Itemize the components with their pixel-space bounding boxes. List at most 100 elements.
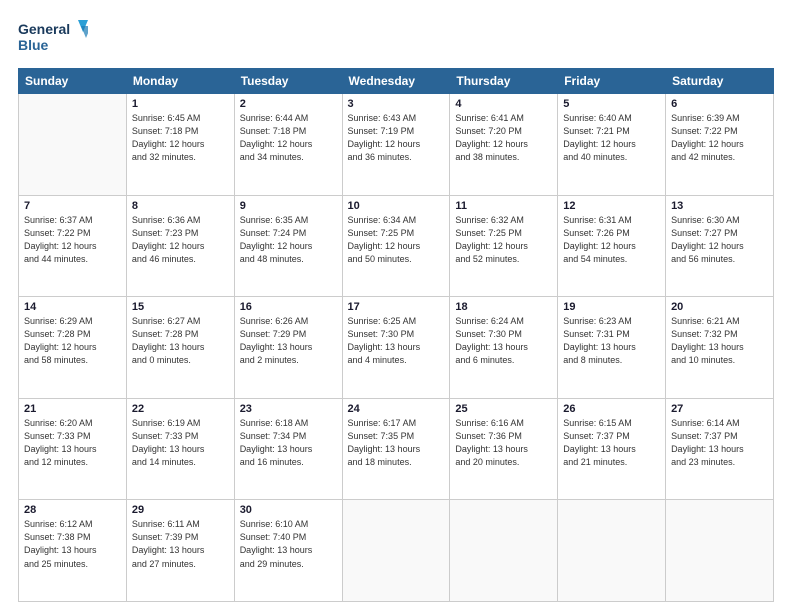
day-info: Sunrise: 6:25 AMSunset: 7:30 PMDaylight:… <box>348 315 445 367</box>
day-info: Sunrise: 6:41 AMSunset: 7:20 PMDaylight:… <box>455 112 552 164</box>
calendar-cell: 19 Sunrise: 6:23 AMSunset: 7:31 PMDayligh… <box>558 297 666 399</box>
calendar-cell: 12 Sunrise: 6:31 AMSunset: 7:26 PMDayligh… <box>558 195 666 297</box>
calendar-cell: 14 Sunrise: 6:29 AMSunset: 7:28 PMDayligh… <box>19 297 127 399</box>
day-info: Sunrise: 6:19 AMSunset: 7:33 PMDaylight:… <box>132 417 229 469</box>
day-number: 6 <box>671 98 768 110</box>
calendar-cell: 7 Sunrise: 6:37 AMSunset: 7:22 PMDaylight… <box>19 195 127 297</box>
day-info: Sunrise: 6:29 AMSunset: 7:28 PMDaylight:… <box>24 315 121 367</box>
day-number: 27 <box>671 403 768 415</box>
day-info: Sunrise: 6:23 AMSunset: 7:31 PMDaylight:… <box>563 315 660 367</box>
day-info: Sunrise: 6:16 AMSunset: 7:36 PMDaylight:… <box>455 417 552 469</box>
day-number: 9 <box>240 200 337 212</box>
day-number: 5 <box>563 98 660 110</box>
calendar-cell: 2Sunrise: 6:44 AMSunset: 7:18 PMDaylight… <box>234 94 342 196</box>
day-header-friday: Friday <box>558 69 666 94</box>
day-info: Sunrise: 6:45 AMSunset: 7:18 PMDaylight:… <box>132 112 229 164</box>
day-header-sunday: Sunday <box>19 69 127 94</box>
day-number: 23 <box>240 403 337 415</box>
day-number: 13 <box>671 200 768 212</box>
calendar-cell <box>450 500 558 602</box>
day-number: 1 <box>132 98 229 110</box>
calendar-cell: 30 Sunrise: 6:10 AMSunset: 7:40 PMDayligh… <box>234 500 342 602</box>
calendar-cell: 11Sunrise: 6:32 AMSunset: 7:25 PMDayligh… <box>450 195 558 297</box>
logo: General Blue <box>18 18 88 58</box>
day-number: 4 <box>455 98 552 110</box>
day-info: Sunrise: 6:44 AMSunset: 7:18 PMDaylight:… <box>240 112 337 164</box>
day-info: Sunrise: 6:36 AMSunset: 7:23 PMDaylight:… <box>132 214 229 266</box>
calendar-cell: 6Sunrise: 6:39 AMSunset: 7:22 PMDaylight… <box>666 94 774 196</box>
calendar-cell: 24Sunrise: 6:17 AMSunset: 7:35 PMDayligh… <box>342 398 450 500</box>
logo-svg: General Blue <box>18 18 88 58</box>
day-info: Sunrise: 6:27 AMSunset: 7:28 PMDaylight:… <box>132 315 229 367</box>
day-info: Sunrise: 6:34 AMSunset: 7:25 PMDaylight:… <box>348 214 445 266</box>
day-header-saturday: Saturday <box>666 69 774 94</box>
day-header-monday: Monday <box>126 69 234 94</box>
calendar-cell: 1 Sunrise: 6:45 AMSunset: 7:18 PMDaylight… <box>126 94 234 196</box>
day-number: 15 <box>132 301 229 313</box>
day-number: 29 <box>132 504 229 516</box>
day-number: 25 <box>455 403 552 415</box>
calendar-cell <box>342 500 450 602</box>
day-number: 30 <box>240 504 337 516</box>
calendar-cell <box>19 94 127 196</box>
day-info: Sunrise: 6:10 AMSunset: 7:40 PMDaylight:… <box>240 518 337 570</box>
day-info: Sunrise: 6:26 AMSunset: 7:29 PMDaylight:… <box>240 315 337 367</box>
day-number: 21 <box>24 403 121 415</box>
calendar-cell: 22 Sunrise: 6:19 AMSunset: 7:33 PMDayligh… <box>126 398 234 500</box>
day-number: 20 <box>671 301 768 313</box>
calendar-week-row: 14 Sunrise: 6:29 AMSunset: 7:28 PMDayligh… <box>19 297 774 399</box>
day-number: 16 <box>240 301 337 313</box>
day-info: Sunrise: 6:15 AMSunset: 7:37 PMDaylight:… <box>563 417 660 469</box>
calendar-cell: 18Sunrise: 6:24 AMSunset: 7:30 PMDayligh… <box>450 297 558 399</box>
day-info: Sunrise: 6:20 AMSunset: 7:33 PMDaylight:… <box>24 417 121 469</box>
day-number: 22 <box>132 403 229 415</box>
day-info: Sunrise: 6:31 AMSunset: 7:26 PMDaylight:… <box>563 214 660 266</box>
calendar-cell: 9Sunrise: 6:35 AMSunset: 7:24 PMDaylight… <box>234 195 342 297</box>
calendar-cell: 3 Sunrise: 6:43 AMSunset: 7:19 PMDaylight… <box>342 94 450 196</box>
calendar-cell: 28 Sunrise: 6:12 AMSunset: 7:38 PMDayligh… <box>19 500 127 602</box>
calendar-cell: 8 Sunrise: 6:36 AMSunset: 7:23 PMDaylight… <box>126 195 234 297</box>
calendar-cell: 17 Sunrise: 6:25 AMSunset: 7:30 PMDayligh… <box>342 297 450 399</box>
day-number: 24 <box>348 403 445 415</box>
day-header-tuesday: Tuesday <box>234 69 342 94</box>
svg-text:General: General <box>18 21 70 37</box>
calendar-cell: 5Sunrise: 6:40 AMSunset: 7:21 PMDaylight… <box>558 94 666 196</box>
day-number: 10 <box>348 200 445 212</box>
day-info: Sunrise: 6:14 AMSunset: 7:37 PMDaylight:… <box>671 417 768 469</box>
svg-text:Blue: Blue <box>18 37 49 53</box>
day-info: Sunrise: 6:24 AMSunset: 7:30 PMDaylight:… <box>455 315 552 367</box>
day-number: 14 <box>24 301 121 313</box>
day-info: Sunrise: 6:43 AMSunset: 7:19 PMDaylight:… <box>348 112 445 164</box>
day-info: Sunrise: 6:11 AMSunset: 7:39 PMDaylight:… <box>132 518 229 570</box>
day-number: 12 <box>563 200 660 212</box>
day-number: 3 <box>348 98 445 110</box>
calendar-cell: 20 Sunrise: 6:21 AMSunset: 7:32 PMDayligh… <box>666 297 774 399</box>
calendar-cell: 26Sunrise: 6:15 AMSunset: 7:37 PMDayligh… <box>558 398 666 500</box>
calendar-cell: 25 Sunrise: 6:16 AMSunset: 7:36 PMDayligh… <box>450 398 558 500</box>
calendar-cell: 15 Sunrise: 6:27 AMSunset: 7:28 PMDayligh… <box>126 297 234 399</box>
day-info: Sunrise: 6:37 AMSunset: 7:22 PMDaylight:… <box>24 214 121 266</box>
calendar-cell <box>666 500 774 602</box>
calendar-cell: 10 Sunrise: 6:34 AMSunset: 7:25 PMDayligh… <box>342 195 450 297</box>
day-number: 17 <box>348 301 445 313</box>
calendar-week-row: 1 Sunrise: 6:45 AMSunset: 7:18 PMDaylight… <box>19 94 774 196</box>
calendar-header-row: SundayMondayTuesdayWednesdayThursdayFrid… <box>19 69 774 94</box>
calendar-cell: 13 Sunrise: 6:30 AMSunset: 7:27 PMDayligh… <box>666 195 774 297</box>
calendar-week-row: 7 Sunrise: 6:37 AMSunset: 7:22 PMDaylight… <box>19 195 774 297</box>
day-number: 8 <box>132 200 229 212</box>
day-info: Sunrise: 6:12 AMSunset: 7:38 PMDaylight:… <box>24 518 121 570</box>
day-info: Sunrise: 6:30 AMSunset: 7:27 PMDaylight:… <box>671 214 768 266</box>
calendar-cell: 27 Sunrise: 6:14 AMSunset: 7:37 PMDayligh… <box>666 398 774 500</box>
calendar-week-row: 21 Sunrise: 6:20 AMSunset: 7:33 PMDayligh… <box>19 398 774 500</box>
day-number: 19 <box>563 301 660 313</box>
calendar-cell: 16 Sunrise: 6:26 AMSunset: 7:29 PMDayligh… <box>234 297 342 399</box>
day-number: 28 <box>24 504 121 516</box>
day-number: 7 <box>24 200 121 212</box>
day-header-thursday: Thursday <box>450 69 558 94</box>
calendar-cell: 23Sunrise: 6:18 AMSunset: 7:34 PMDayligh… <box>234 398 342 500</box>
page-header: General Blue <box>18 18 774 58</box>
calendar-week-row: 28 Sunrise: 6:12 AMSunset: 7:38 PMDayligh… <box>19 500 774 602</box>
calendar-cell <box>558 500 666 602</box>
day-info: Sunrise: 6:21 AMSunset: 7:32 PMDaylight:… <box>671 315 768 367</box>
day-number: 11 <box>455 200 552 212</box>
